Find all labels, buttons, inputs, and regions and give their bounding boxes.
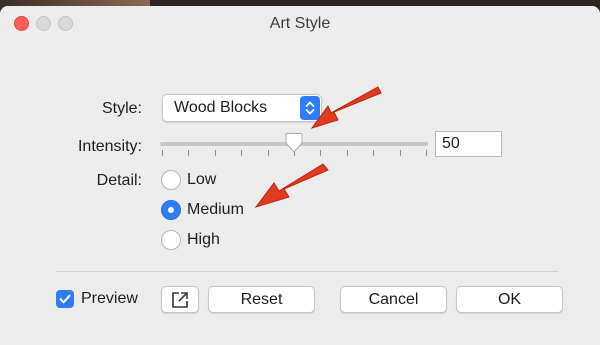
radio-low[interactable] xyxy=(161,170,181,190)
slider-tick xyxy=(241,150,242,156)
footer-divider xyxy=(56,271,558,272)
slider-tick xyxy=(162,150,163,156)
style-selected-value: Wood Blocks xyxy=(174,99,268,116)
preview-checkbox[interactable] xyxy=(56,290,74,308)
slider-tick xyxy=(320,150,321,156)
preview-label[interactable]: Preview xyxy=(81,290,138,308)
radio-high-label[interactable]: High xyxy=(187,231,220,249)
ok-button[interactable]: OK xyxy=(456,286,563,313)
title-bar: Art Style xyxy=(0,6,600,42)
radio-high[interactable] xyxy=(161,230,181,250)
intensity-slider-thumb[interactable] xyxy=(285,132,303,154)
open-external-icon xyxy=(172,292,188,308)
cancel-button[interactable]: Cancel xyxy=(340,286,447,313)
slider-tick xyxy=(268,150,269,156)
chevron-updown-icon xyxy=(305,101,315,115)
window-title: Art Style xyxy=(269,15,331,32)
open-external-button[interactable] xyxy=(161,286,199,313)
slider-tick xyxy=(188,150,189,156)
slider-tick xyxy=(347,150,348,156)
slider-tick xyxy=(215,150,216,156)
style-label: Style: xyxy=(101,100,142,117)
reset-button[interactable]: Reset xyxy=(208,286,315,313)
radio-medium[interactable] xyxy=(161,200,181,220)
popup-stepper[interactable] xyxy=(300,96,320,120)
radio-low-label[interactable]: Low xyxy=(187,171,216,189)
checkmark-icon xyxy=(59,294,71,304)
detail-label: Detail: xyxy=(96,172,142,189)
slider-tick xyxy=(400,150,401,156)
slider-thumb-icon xyxy=(285,133,303,153)
slider-tick xyxy=(426,150,427,156)
style-popup-button[interactable]: Wood Blocks xyxy=(162,94,322,122)
intensity-value-field[interactable]: 50 xyxy=(435,131,502,157)
slider-tick xyxy=(373,150,374,156)
radio-medium-label[interactable]: Medium xyxy=(187,201,244,219)
intensity-label: Intensity: xyxy=(77,138,142,155)
